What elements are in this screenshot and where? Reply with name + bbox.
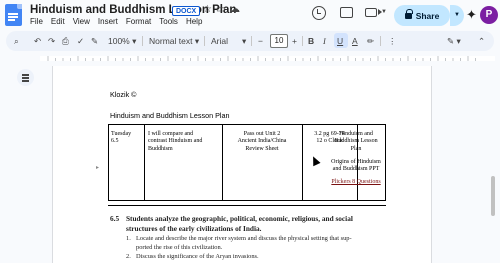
folder-icon[interactable]: ▭ bbox=[216, 4, 225, 15]
search-menus-icon[interactable]: ⌕ bbox=[14, 34, 19, 48]
cell-line: Buddhism Lesson bbox=[334, 138, 378, 145]
cell-activity: Pass out Unit 2 Ancient India/China Revi… bbox=[223, 131, 301, 153]
document-outline-icon[interactable] bbox=[17, 69, 34, 86]
standard-title: Students analyze the geographic, politic… bbox=[126, 214, 353, 233]
author-line: Klozik © bbox=[110, 90, 137, 99]
menu-view[interactable]: View bbox=[73, 17, 90, 26]
menu-bar: File Edit View Insert Format Tools Help bbox=[30, 17, 202, 26]
gemini-sparkle-icon[interactable]: ✦ bbox=[466, 7, 477, 23]
font-value: Arial bbox=[211, 36, 229, 46]
undo-icon[interactable]: ↶ bbox=[34, 34, 41, 48]
cell-line: Plan bbox=[350, 145, 362, 152]
cell-line: contrast Hinduism and bbox=[148, 138, 203, 145]
list-text-line: Locate and describe the major river syst… bbox=[136, 235, 352, 242]
spellcheck-icon[interactable]: ✓ bbox=[77, 34, 84, 48]
meet-icon[interactable] bbox=[365, 8, 382, 17]
menu-help[interactable]: Help bbox=[186, 17, 202, 26]
cell-line: Review Sheet bbox=[245, 145, 279, 152]
redo-icon[interactable]: ↷ bbox=[48, 34, 55, 48]
standard-number: 6.5 bbox=[110, 214, 120, 223]
ruler-ticks bbox=[47, 56, 476, 61]
font-select[interactable]: Arial bbox=[211, 34, 228, 48]
version-history-icon[interactable] bbox=[312, 6, 326, 20]
underline-button[interactable]: U bbox=[337, 34, 343, 48]
zoom-value: 100% bbox=[108, 36, 130, 46]
comments-icon[interactable] bbox=[340, 7, 353, 18]
font-size-input[interactable]: 10 bbox=[270, 34, 288, 48]
lock-icon bbox=[404, 8, 413, 20]
cell-line: 6.5 bbox=[111, 138, 119, 145]
toolbar-divider bbox=[380, 36, 381, 46]
share-label: Share bbox=[415, 10, 440, 21]
toolbar-divider bbox=[251, 36, 252, 46]
list-item: 1. Locate and describe the major river s… bbox=[126, 235, 376, 253]
print-icon[interactable]: ⎙ bbox=[62, 34, 69, 48]
list-number: 2. bbox=[126, 253, 131, 260]
menu-insert[interactable]: Insert bbox=[98, 17, 118, 26]
file-format-badge: DOCX bbox=[172, 6, 201, 16]
toolbar-divider bbox=[142, 36, 143, 46]
list-item: 2. Discuss the significance of the Aryan… bbox=[126, 253, 376, 262]
cell-line: I will compare and bbox=[148, 131, 194, 137]
list-text-line: ported the rise of this civilization. bbox=[136, 243, 223, 251]
collapse-toolbar-icon[interactable]: ⌃ bbox=[478, 34, 485, 48]
avatar[interactable]: P bbox=[480, 6, 498, 24]
cell-resources: Hinduism and Buddhism Lesson Plan Origin… bbox=[323, 131, 389, 187]
list-text: Locate and describe the major river syst… bbox=[136, 235, 376, 253]
list-number: 1. bbox=[126, 235, 131, 242]
menu-file[interactable]: File bbox=[30, 17, 43, 26]
scrollbar-thumb[interactable] bbox=[491, 176, 495, 216]
decrease-font-size-button[interactable]: − bbox=[258, 34, 263, 48]
table-bottom-rule bbox=[108, 205, 386, 206]
italic-button[interactable]: I bbox=[323, 34, 326, 48]
cell-line: Tuesday bbox=[111, 131, 132, 137]
highlight-icon[interactable]: ✏ bbox=[367, 34, 374, 48]
table-row-handle-icon[interactable]: ▸ bbox=[96, 164, 99, 171]
cell-day: Tuesday 6.5 bbox=[111, 131, 131, 146]
plickers-line[interactable]: Plickers 8 Questions bbox=[323, 179, 389, 186]
app-header: Hinduism and Buddhism Lesson Plan DOCX ☆… bbox=[0, 0, 500, 30]
cell-line: Pass out Unit 2 bbox=[243, 131, 281, 137]
menu-format[interactable]: Format bbox=[126, 17, 151, 26]
toolbar-divider bbox=[204, 36, 205, 46]
document-heading: Hinduism and Buddhism Lesson Plan bbox=[110, 111, 230, 120]
cell-line: Ancient India/China bbox=[237, 138, 287, 145]
list-text: Discuss the significance of the Aryan in… bbox=[136, 253, 259, 260]
bold-button[interactable]: B bbox=[308, 34, 314, 48]
editing-mode-pencil-icon[interactable]: ✎ ▾ bbox=[447, 34, 461, 48]
vertical-scrollbar[interactable] bbox=[490, 66, 496, 263]
menu-edit[interactable]: Edit bbox=[51, 17, 65, 26]
font-dropdown-caret-icon[interactable]: ▾ bbox=[242, 34, 246, 48]
meet-dropdown-caret-icon[interactable]: ▼ bbox=[381, 9, 387, 15]
paragraph-style-select[interactable]: Normal text ▾ bbox=[149, 34, 199, 48]
cell-line: and Buddhism PPT bbox=[332, 166, 380, 173]
menu-tools[interactable]: Tools bbox=[159, 17, 178, 26]
paint-format-icon[interactable]: ✎ bbox=[91, 34, 98, 48]
horizontal-ruler[interactable] bbox=[40, 53, 495, 63]
formatting-toolbar: ⌕ ↶ ↷ ⎙ ✓ ✎ 100% ▾ Normal text ▾ Arial ▾… bbox=[6, 31, 494, 51]
cell-line: Origins of Hinduism bbox=[331, 158, 381, 165]
star-icon[interactable]: ☆ bbox=[203, 4, 212, 15]
share-dropdown-caret-icon[interactable]: ▼ bbox=[450, 5, 464, 26]
cell-line: Hinduism and bbox=[339, 131, 373, 137]
text-color-button[interactable]: A bbox=[352, 34, 358, 48]
increase-font-size-button[interactable]: + bbox=[292, 34, 297, 48]
share-button[interactable]: Share bbox=[394, 5, 450, 26]
toolbar-divider bbox=[302, 36, 303, 46]
more-options-icon[interactable]: ⋮ bbox=[388, 34, 397, 48]
cloud-icon[interactable]: ☁ bbox=[230, 4, 240, 15]
plickers-link[interactable]: Plickers 8 Questions bbox=[331, 179, 380, 185]
cell-line: Buddhism bbox=[148, 145, 173, 152]
style-value: Normal text bbox=[149, 36, 193, 46]
cell-objective: I will compare and contrast Hinduism and… bbox=[148, 131, 202, 153]
zoom-select[interactable]: 100% ▾ bbox=[108, 34, 136, 48]
docs-logo-icon[interactable] bbox=[5, 4, 22, 26]
